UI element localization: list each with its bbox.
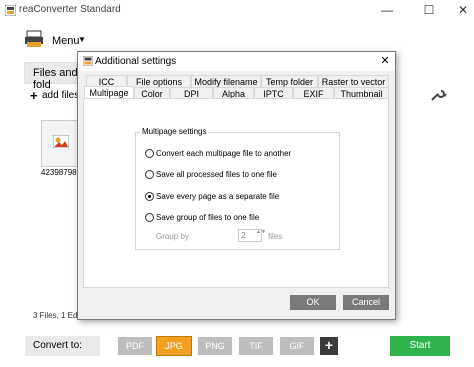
maximize-button[interactable]: ☐ — [412, 0, 446, 20]
status-text: 3 Files, 1 Edi — [33, 311, 80, 320]
format-tif-button[interactable]: TIF — [239, 337, 273, 355]
app-icon — [5, 5, 16, 16]
format-png-button[interactable]: PNG — [198, 337, 232, 355]
add-icon[interactable]: + — [30, 88, 38, 103]
files-and-folders-tab[interactable]: Files and fold — [24, 62, 81, 91]
convert-to-text: Convert to: — [33, 340, 82, 351]
chevron-down-icon: ▼ — [78, 35, 86, 44]
minimize-button[interactable]: — — [370, 0, 404, 20]
group-title: Multipage settings — [140, 127, 209, 136]
radio-convert-each-label[interactable]: Convert each multipage file to another — [156, 149, 291, 158]
ok-button[interactable]: OK — [290, 295, 336, 310]
group-by-spinner-icon[interactable]: ▲▼ — [256, 230, 266, 241]
format-gif-button[interactable]: GIF — [280, 337, 314, 355]
dialog-close-button[interactable]: ✕ — [377, 53, 393, 69]
format-jpg-button[interactable]: JPG — [156, 336, 192, 356]
wrench-icon[interactable] — [430, 88, 448, 102]
radio-save-all-one-file[interactable] — [145, 170, 154, 179]
menu-button[interactable]: Menu — [52, 35, 80, 47]
radio-convert-each[interactable] — [145, 149, 154, 158]
start-button[interactable]: Start — [390, 336, 450, 356]
group-by-unit: files — [268, 232, 283, 241]
settings-dialog-icon — [83, 56, 93, 66]
radio-save-every-page-label[interactable]: Save every page as a separate file — [156, 192, 279, 201]
format-pdf-button[interactable]: PDF — [118, 337, 152, 355]
app-title: reaConverter Standard — [19, 4, 121, 15]
convert-to-label: Convert to: — [25, 336, 100, 356]
image-file-icon — [53, 135, 69, 148]
radio-save-all-one-file-label[interactable]: Save all processed files to one file — [156, 170, 277, 179]
group-by-label: Group by — [156, 232, 189, 241]
tab-raster-to-vector[interactable]: Raster to vector — [318, 75, 389, 87]
tab-temp-folder[interactable]: Temp folder — [261, 75, 318, 87]
close-button[interactable]: ✕ — [446, 0, 474, 20]
add-files-button[interactable]: add files — [42, 90, 79, 101]
tab-modify-filename[interactable]: Modify filename — [191, 75, 261, 87]
radio-save-group-label[interactable]: Save group of files to one file — [156, 213, 259, 222]
additional-settings-dialog: Additional settings ✕ ICC File options M… — [77, 51, 396, 320]
dialog-title: Additional settings — [95, 56, 177, 67]
radio-save-every-page[interactable] — [145, 192, 154, 201]
tab-file-options[interactable]: File options — [127, 75, 191, 87]
files-tab-label: Files and fold — [33, 67, 78, 91]
radio-save-group[interactable] — [145, 213, 154, 222]
menu-icon[interactable] — [24, 29, 44, 49]
cancel-button[interactable]: Cancel — [343, 295, 389, 310]
add-format-button[interactable]: + — [320, 337, 338, 355]
